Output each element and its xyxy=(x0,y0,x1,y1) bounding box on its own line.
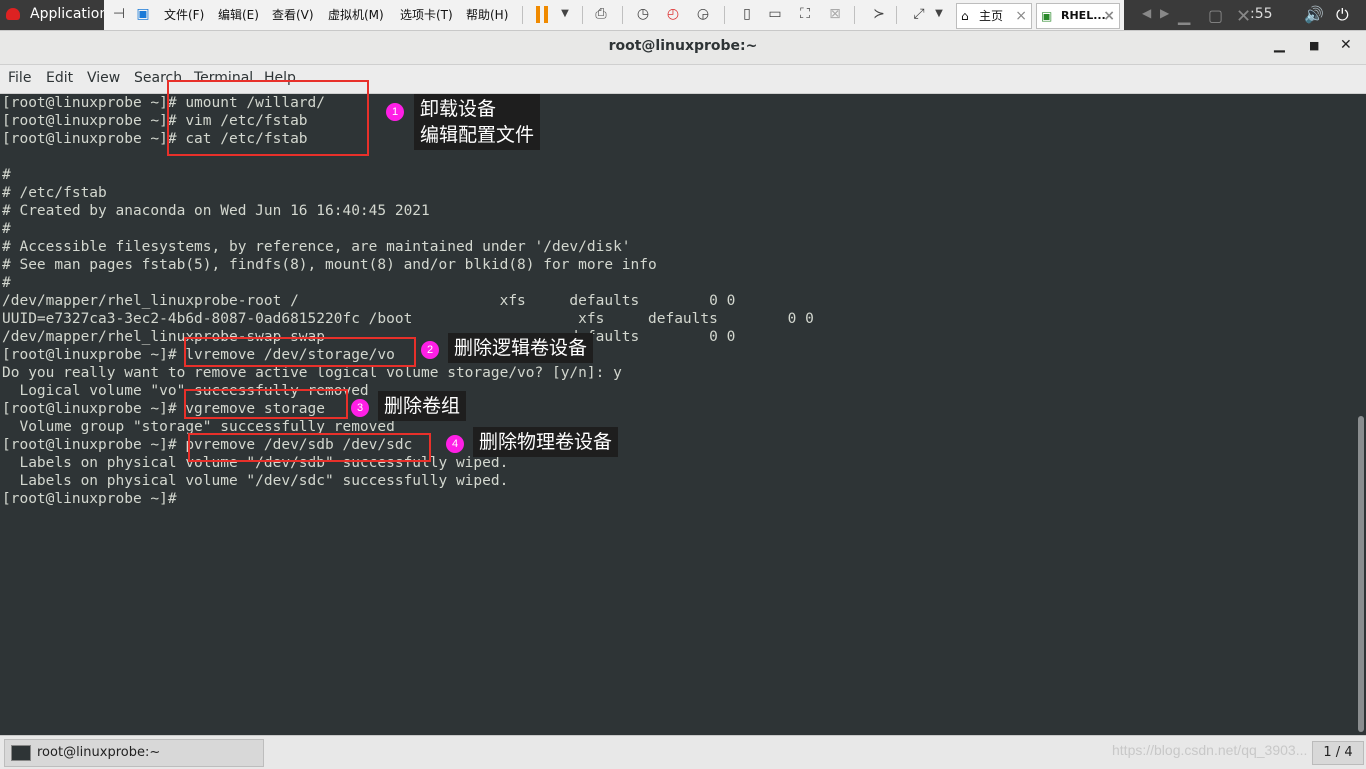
terminal-line: /dev/mapper/rhel_linuxprobe-root / xfs d… xyxy=(2,293,736,309)
terminal-icon[interactable]: ≻ xyxy=(870,5,888,23)
menu-file[interactable]: 文件(F) xyxy=(164,6,204,23)
tab-scroll-left-icon[interactable]: ◀ xyxy=(1142,6,1151,20)
menu-edit[interactable]: 编辑(E) xyxy=(218,6,259,23)
terminal-scrollbar[interactable] xyxy=(1356,94,1366,734)
highlight-box-1 xyxy=(167,80,369,156)
terminal-line: [root@linuxprobe ~]# xyxy=(2,491,177,507)
volume-icon[interactable]: 🔊 xyxy=(1304,5,1324,24)
send-keys-icon[interactable]: ⎙ xyxy=(592,5,610,23)
terminal-line: # /etc/fstab xyxy=(2,185,107,201)
window-titlebar: root@linuxprobe:~ ▁ ■ ✕ xyxy=(0,31,1366,65)
terminal-line: # xyxy=(2,167,11,183)
terminal-icon xyxy=(11,745,31,761)
annotation-note-4: 删除物理卷设备 xyxy=(473,427,619,457)
menu-view[interactable]: 查看(V) xyxy=(272,6,314,23)
applications-menu[interactable]: Application xyxy=(0,0,108,30)
terminal-line: # Accessible filesystems, by reference, … xyxy=(2,239,631,255)
watermark: https://blog.csdn.net/qq_3903... xyxy=(1112,742,1308,758)
power-icon[interactable]: ⏻ xyxy=(1336,5,1349,25)
tab-rhel[interactable]: ▣ RHEL... × xyxy=(1036,3,1120,29)
menu-tabs[interactable]: 选项卡(T) xyxy=(400,6,453,23)
stretch-dropdown-icon[interactable]: ▼ xyxy=(930,5,948,23)
close-icon[interactable]: × xyxy=(1015,4,1027,28)
annotation-text: 编辑配置文件 xyxy=(420,124,535,146)
terminal-line: # See man pages fstab(5), findfs(8), mou… xyxy=(2,257,657,273)
pin-icon[interactable]: ⊣ xyxy=(110,5,128,23)
chevron-down-icon[interactable]: ▼ xyxy=(556,5,574,23)
top-bar: Application ⊣ ▣ 文件(F) 编辑(E) 查看(V) 虚拟机(M)… xyxy=(0,0,1366,31)
menu-file[interactable]: File xyxy=(8,70,31,86)
close-window-icon[interactable]: ✕ xyxy=(1236,6,1251,27)
snapshot-icon[interactable]: ◷ xyxy=(634,5,652,23)
step-badge-3: 3 xyxy=(351,399,369,417)
fit-window-icon[interactable]: ⛶ xyxy=(796,5,814,23)
taskbar-item-label: root@linuxprobe:~ xyxy=(37,745,161,760)
terminal-line: # xyxy=(2,221,11,237)
home-icon: ⌂ xyxy=(961,9,969,23)
maximize-icon[interactable]: ▢ xyxy=(1208,6,1223,25)
step-badge-4: 4 xyxy=(446,435,464,453)
highlight-box-4 xyxy=(188,433,431,462)
step-badge-2: 2 xyxy=(421,341,439,359)
annotation-note-1: 卸载设备 编辑配置文件 xyxy=(414,94,541,150)
close-icon[interactable]: × xyxy=(1103,4,1115,28)
minimize-icon[interactable]: ▁ xyxy=(1178,6,1190,25)
tab-scroll-right-icon[interactable]: ▶ xyxy=(1160,6,1169,20)
step-badge-1: 1 xyxy=(386,103,404,121)
scrollbar-thumb[interactable] xyxy=(1358,416,1364,732)
terminal-line: UUID=e7327ca3-3ec2-4b6d-8087-0ad6815220f… xyxy=(2,311,814,327)
taskbar-item-terminal[interactable]: root@linuxprobe:~ xyxy=(4,739,264,767)
vmware-toolbar: ⊣ ▣ 文件(F) 编辑(E) 查看(V) 虚拟机(M) 选项卡(T) 帮助(H… xyxy=(104,0,1124,30)
annotation-text: 卸载设备 xyxy=(420,98,497,120)
terminal-line: Labels on physical volume "/dev/sdc" suc… xyxy=(2,473,509,489)
terminal-line: # xyxy=(2,275,11,291)
stretch-icon[interactable]: ⤢ xyxy=(910,5,928,23)
window-title: root@linuxprobe:~ xyxy=(608,38,758,54)
applications-label: Application xyxy=(30,6,109,22)
workspace-pager[interactable]: 1 / 4 xyxy=(1312,741,1364,765)
console-view-icon[interactable]: ▭ xyxy=(766,5,784,23)
close-icon[interactable]: ✕ xyxy=(1340,37,1352,53)
annotation-note-2: 删除逻辑卷设备 xyxy=(448,333,594,363)
terminal-line: # Created by anaconda on Wed Jun 16 16:4… xyxy=(2,203,430,219)
tab-home-label: 主页 xyxy=(979,9,1004,23)
menu-help[interactable]: 帮助(H) xyxy=(466,6,508,23)
redhat-logo-icon xyxy=(6,8,20,20)
menu-vm[interactable]: 虚拟机(M) xyxy=(328,6,384,23)
system-tray: ◀ ▶ ▁ ▢ ✕ :55 🔊 ⏻ xyxy=(1124,0,1366,30)
sidebar-view-icon[interactable]: ▯ xyxy=(738,5,756,23)
minimize-icon[interactable]: ▁ xyxy=(1274,37,1285,53)
maximize-icon[interactable]: ■ xyxy=(1309,39,1319,52)
revert-snapshot-icon[interactable]: ◴ xyxy=(664,5,682,23)
pause-icon[interactable] xyxy=(536,6,550,23)
clock: :55 xyxy=(1250,6,1273,22)
unity-icon[interactable]: ⊠ xyxy=(826,5,844,23)
highlight-box-2 xyxy=(184,337,416,367)
annotation-note-3: 删除卷组 xyxy=(378,391,467,421)
fullscreen-icon[interactable]: ▣ xyxy=(134,5,152,23)
tab-home[interactable]: ⌂ 主页 × xyxy=(956,3,1032,29)
snapshot-manager-icon[interactable]: ◶ xyxy=(694,5,712,23)
vm-icon: ▣ xyxy=(1041,9,1053,23)
tab-rhel-label: RHEL... xyxy=(1061,9,1106,22)
menu-view[interactable]: View xyxy=(87,70,120,86)
highlight-box-3 xyxy=(184,389,348,419)
menu-edit[interactable]: Edit xyxy=(46,70,73,86)
